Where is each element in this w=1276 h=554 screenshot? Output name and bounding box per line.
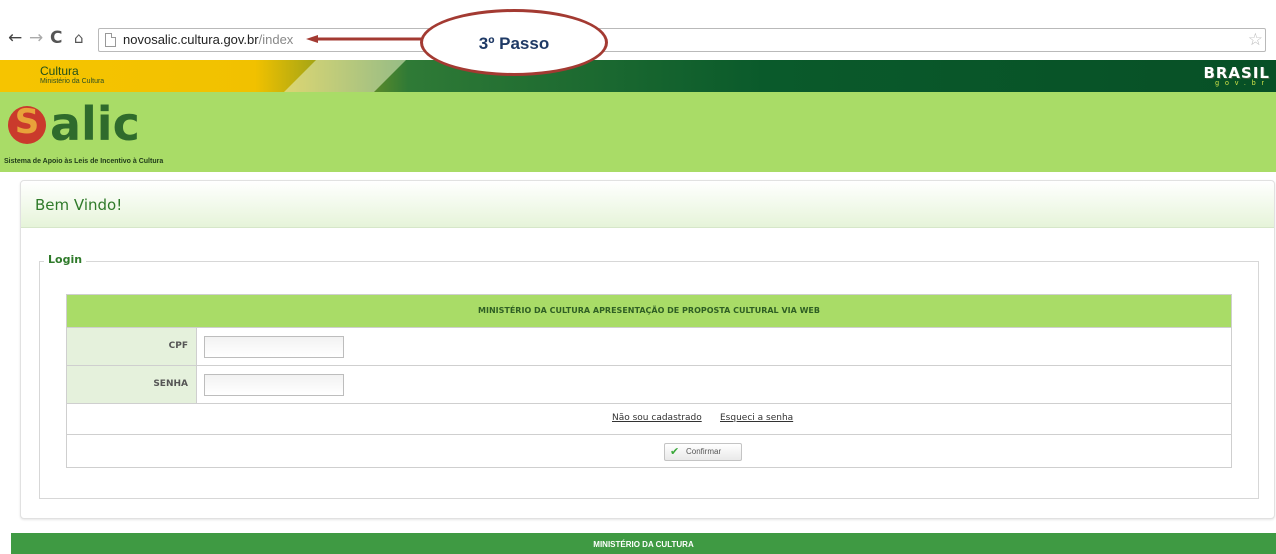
links-row: Não sou cadastrado Esqueci a senha xyxy=(67,403,1231,434)
login-table-title: MINISTÉRIO DA CULTURA APRESENTAÇÃO DE PR… xyxy=(478,306,820,315)
login-table-header: MINISTÉRIO DA CULTURA APRESENTAÇÃO DE PR… xyxy=(67,295,1231,327)
home-icon[interactable]: ⌂ xyxy=(74,28,84,48)
gov-ministerio-label: Ministério da Cultura xyxy=(40,78,105,85)
bookmark-star-icon[interactable]: ☆ xyxy=(1248,30,1263,50)
annotation-arrow xyxy=(306,35,430,43)
confirm-row: ✔ Confirmar xyxy=(67,434,1231,467)
site-header: S alic Sistema de Apoio às Leis de Incen… xyxy=(0,92,1276,172)
page-icon xyxy=(105,33,116,47)
logo-letter: S xyxy=(14,102,40,142)
checkmark-icon: ✔ xyxy=(670,445,680,458)
callout-text: 3º Passo xyxy=(478,34,550,53)
gov-bar-stripe xyxy=(284,60,406,92)
gov-cultura-label[interactable]: Cultura xyxy=(40,65,79,77)
confirm-button-label: Confirmar xyxy=(686,447,722,456)
page-title: Bem Vindo! xyxy=(35,196,123,214)
url-text[interactable]: novosalic.cultura.gov.br/index xyxy=(123,32,293,47)
address-bar[interactable]: novosalic.cultura.gov.br/index ☆ xyxy=(98,28,1266,52)
login-table: MINISTÉRIO DA CULTURA APRESENTAÇÃO DE PR… xyxy=(66,294,1232,468)
senha-label: SENHA xyxy=(153,379,188,389)
esqueci-senha-link[interactable]: Esqueci a senha xyxy=(720,413,793,423)
confirm-button[interactable]: ✔ Confirmar xyxy=(664,443,742,461)
welcome-card: Bem Vindo! Login MINISTÉRIO DA CULTURA A… xyxy=(20,180,1275,519)
login-fieldset: Login MINISTÉRIO DA CULTURA APRESENTAÇÃO… xyxy=(39,253,1259,499)
salic-logo-word[interactable]: alic xyxy=(50,97,140,151)
cpf-label: CPF xyxy=(168,341,188,351)
forward-arrow-icon[interactable]: → xyxy=(29,28,43,48)
url-host: novosalic.cultura.gov.br xyxy=(123,32,259,47)
reload-icon[interactable]: C xyxy=(50,28,62,48)
step-callout: 3º Passo xyxy=(420,9,608,76)
url-path: /index xyxy=(258,32,294,47)
salic-tagline: Sistema de Apoio às Leis de Incentivo à … xyxy=(4,158,164,165)
back-arrow-icon[interactable]: ← xyxy=(8,28,22,48)
card-header: Bem Vindo! xyxy=(21,181,1274,228)
cpf-input[interactable] xyxy=(204,336,344,358)
login-legend: Login xyxy=(44,253,87,266)
salic-logo-icon[interactable]: S xyxy=(8,102,46,144)
senha-row: SENHA xyxy=(67,365,1231,403)
footer-text: MINISTÉRIO DA CULTURA xyxy=(593,540,694,549)
cpf-label-cell: CPF xyxy=(67,328,197,365)
footer-bar: MINISTÉRIO DA CULTURA xyxy=(11,533,1276,554)
browser-toolbar: ← → C ⌂ novosalic.cultura.gov.br/index ☆ xyxy=(0,0,1276,60)
senha-input[interactable] xyxy=(204,374,344,396)
cpf-row: CPF xyxy=(67,327,1231,365)
senha-label-cell: SENHA xyxy=(67,366,197,403)
brasil-logo-sub: gov.br xyxy=(1215,80,1270,87)
nao-cadastrado-link[interactable]: Não sou cadastrado xyxy=(612,413,702,423)
gov-bar: Cultura Ministério da Cultura BRASIL gov… xyxy=(0,60,1276,92)
